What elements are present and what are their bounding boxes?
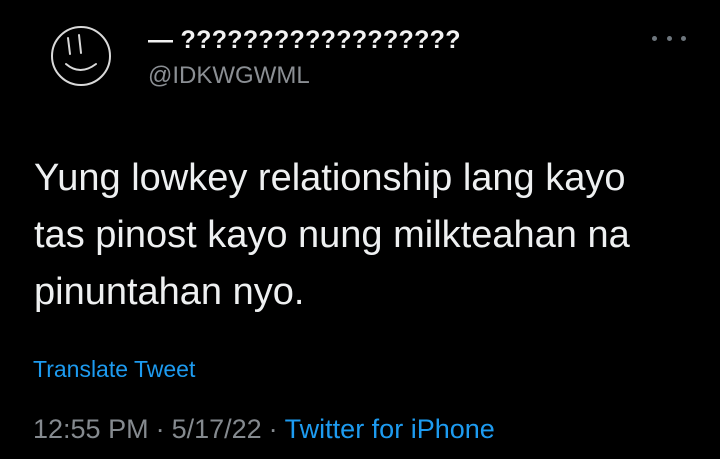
tweet-date[interactable]: 5/17/22 xyxy=(172,414,262,444)
smiley-doodle-avatar-icon xyxy=(51,26,111,86)
separator: · xyxy=(155,414,165,444)
tweet-text: Yung lowkey relationship lang kayo tas p… xyxy=(34,157,630,313)
translate-tweet-link[interactable]: Translate Tweet xyxy=(33,356,195,383)
more-options-icon[interactable] xyxy=(652,28,686,48)
author-handle[interactable]: @IDKWGWML xyxy=(148,62,310,90)
tweet-detail: — ?????????????????? @IDKWGWML Yung lowk… xyxy=(0,0,720,459)
more-dot xyxy=(681,35,686,41)
tweet-metadata: 12:55 PM · 5/17/22 · Twitter for iPhone xyxy=(33,414,495,445)
more-dot xyxy=(666,35,672,41)
tweet-time[interactable]: 12:55 PM xyxy=(33,414,149,444)
tweet-source-link[interactable]: Twitter for iPhone xyxy=(285,414,495,444)
separator: · xyxy=(268,414,278,444)
more-dot xyxy=(652,35,657,41)
avatar[interactable] xyxy=(46,20,116,90)
author-display-name[interactable]: — ?????????????????? xyxy=(148,26,461,55)
